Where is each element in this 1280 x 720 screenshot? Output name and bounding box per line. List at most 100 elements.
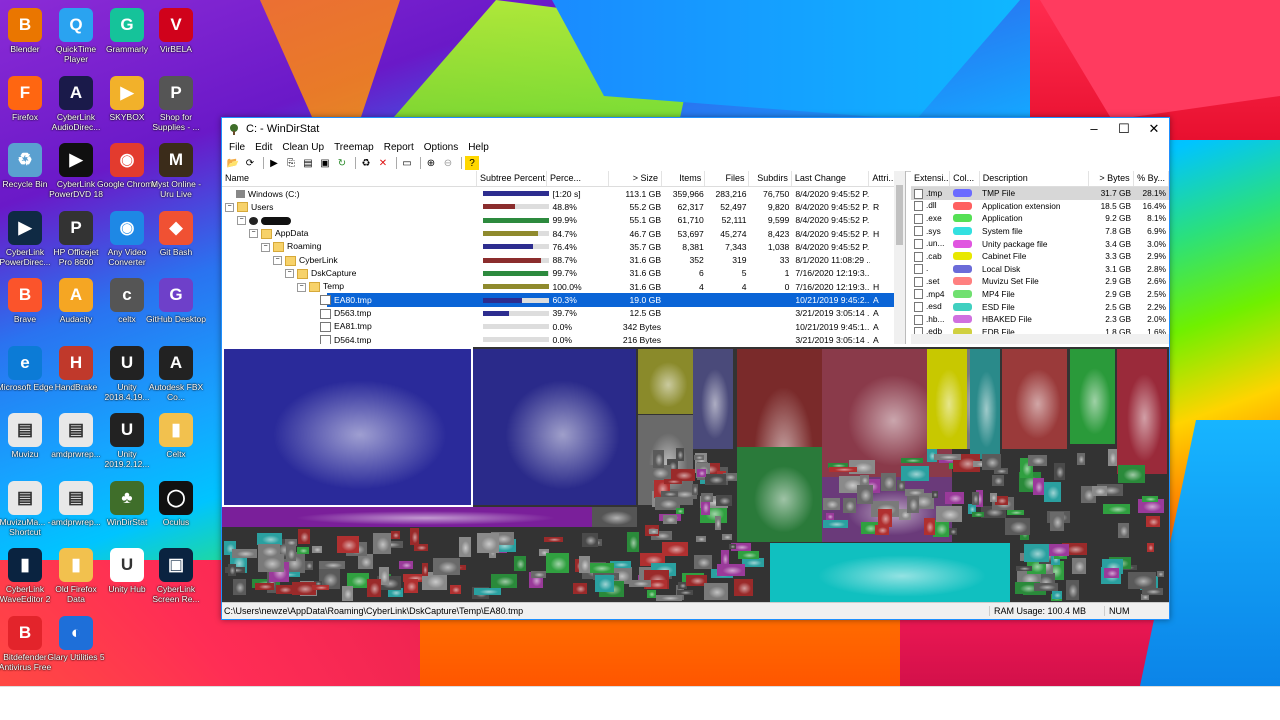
minimize-button[interactable]: – bbox=[1079, 118, 1109, 139]
treemap-block[interactable] bbox=[972, 492, 979, 505]
treemap-block[interactable] bbox=[276, 585, 293, 594]
menu-file[interactable]: File bbox=[224, 142, 250, 153]
rescan-icon[interactable]: ⟳ bbox=[243, 156, 257, 170]
menu-options[interactable]: Options bbox=[419, 142, 463, 153]
tree-row[interactable]: − AppData 84.7% 46.7 GB 53,697 45,274 8,423 8/4… bbox=[222, 227, 905, 240]
treemap-block[interactable] bbox=[474, 588, 501, 595]
treemap-block[interactable] bbox=[693, 349, 733, 449]
treemap-block[interactable] bbox=[878, 509, 892, 527]
help-icon[interactable]: ? bbox=[465, 156, 479, 170]
col-last-change[interactable]: Last Change bbox=[792, 171, 870, 186]
open-icon[interactable]: 📂 bbox=[226, 156, 240, 170]
windirstat-window[interactable]: C: - WinDirStat – ☐ ✕ File Edit Clean Up… bbox=[221, 117, 1170, 620]
treemap-block[interactable] bbox=[638, 349, 693, 414]
treemap-block[interactable] bbox=[936, 506, 962, 522]
extension-row[interactable]: .un... Unity package file 3.4 GB 3.0% bbox=[911, 237, 1169, 250]
treemap-block[interactable] bbox=[399, 561, 413, 569]
treemap-block[interactable] bbox=[663, 515, 677, 524]
treemap-block[interactable] bbox=[843, 498, 856, 513]
treemap[interactable] bbox=[222, 347, 1169, 602]
treemap-block[interactable] bbox=[233, 579, 246, 595]
treemap-block[interactable] bbox=[573, 583, 587, 594]
treemap-block[interactable] bbox=[901, 466, 929, 481]
treemap-block[interactable] bbox=[1157, 571, 1164, 577]
treemap-block[interactable] bbox=[1072, 558, 1086, 574]
treemap-block[interactable] bbox=[1104, 568, 1119, 578]
desktop-icon[interactable]: ◯ Oculus bbox=[146, 480, 206, 527]
treemap-block[interactable] bbox=[312, 546, 322, 553]
treemap-block[interactable] bbox=[1034, 583, 1058, 591]
tree-row[interactable]: − Temp 100.0% 31.6 GB 4 4 0 7/16/2020 12:19:3..… bbox=[222, 280, 905, 293]
treemap-block[interactable] bbox=[298, 529, 310, 544]
treemap-block[interactable] bbox=[255, 583, 274, 590]
tree-row[interactable]: − 99.9% 55.1 GB 61,710 52,111 9,599 8/4/2020 9… bbox=[222, 214, 905, 227]
treemap-block[interactable] bbox=[1118, 465, 1145, 483]
treemap-block[interactable] bbox=[391, 531, 400, 539]
treemap-block[interactable] bbox=[933, 520, 949, 537]
col-description[interactable]: Description bbox=[980, 171, 1089, 186]
treemap-block[interactable] bbox=[514, 556, 526, 571]
extension-row[interactable]: . Local Disk 3.1 GB 2.8% bbox=[911, 263, 1169, 276]
treemap-block[interactable] bbox=[286, 546, 296, 561]
treemap-block[interactable] bbox=[934, 454, 961, 460]
desktop-icon[interactable]: ▣ CyberLink Screen Re... bbox=[146, 548, 206, 604]
menu-edit[interactable]: Edit bbox=[250, 142, 277, 153]
menu-cleanup[interactable]: Clean Up bbox=[277, 142, 329, 153]
treemap-block[interactable] bbox=[1033, 478, 1044, 495]
treemap-block[interactable] bbox=[653, 450, 664, 468]
treemap-block[interactable] bbox=[629, 580, 651, 587]
tree-row[interactable]: D563.tmp 39.7% 12.5 GB 3/21/2019 3:05:14 ..… bbox=[222, 307, 905, 320]
tree-row[interactable]: − Users 48.8% 55.2 GB 62,317 52,497 9,820 8/4/2… bbox=[222, 200, 905, 213]
delete-icon[interactable]: ✕ bbox=[376, 156, 390, 170]
treemap-block[interactable] bbox=[627, 532, 639, 552]
treemap-block[interactable] bbox=[491, 574, 517, 588]
desktop-icon[interactable]: ◐ Glary Utilities 5 bbox=[46, 615, 106, 662]
collapse-toggle[interactable]: − bbox=[225, 202, 234, 212]
treemap-block[interactable] bbox=[1050, 512, 1064, 531]
treemap-block[interactable] bbox=[1092, 486, 1107, 496]
col-name[interactable]: Name bbox=[222, 171, 477, 186]
treemap-block[interactable] bbox=[701, 493, 713, 502]
treemap-block[interactable] bbox=[990, 493, 997, 502]
extension-row[interactable]: .hb... HBAKED File 2.3 GB 2.0% bbox=[911, 313, 1169, 326]
treemap-block[interactable] bbox=[319, 561, 345, 569]
treemap-block[interactable] bbox=[1142, 588, 1163, 595]
tree-scrollbar[interactable] bbox=[894, 171, 905, 344]
extension-row[interactable]: .exe Application 9.2 GB 8.1% bbox=[911, 212, 1169, 225]
directory-tree[interactable]: Name Subtree Percent... Perce... > Size … bbox=[222, 171, 906, 344]
treemap-selected-ea80[interactable] bbox=[222, 347, 473, 507]
col-color[interactable]: Col... bbox=[950, 171, 980, 186]
treemap-block[interactable] bbox=[450, 585, 461, 594]
treemap-block[interactable] bbox=[972, 512, 984, 517]
treemap-block[interactable] bbox=[1147, 543, 1154, 552]
col-files[interactable]: Files bbox=[705, 171, 749, 186]
treemap-block[interactable] bbox=[897, 480, 905, 491]
treemap-block[interactable] bbox=[228, 564, 236, 576]
extension-row[interactable]: .esd ESD File 2.5 GB 2.2% bbox=[911, 300, 1169, 313]
collapse-toggle[interactable]: − bbox=[285, 269, 294, 279]
treemap-block[interactable] bbox=[587, 563, 614, 573]
treemap-block[interactable] bbox=[992, 475, 1004, 486]
treemap-block[interactable] bbox=[1146, 516, 1160, 527]
treemap-block[interactable] bbox=[677, 590, 693, 595]
treemap-block[interactable] bbox=[1044, 482, 1061, 502]
treemap-block[interactable] bbox=[595, 575, 614, 592]
treemap-block[interactable] bbox=[1128, 572, 1156, 589]
treemap-block[interactable] bbox=[414, 544, 428, 551]
treemap-block[interactable] bbox=[696, 536, 706, 542]
col-bytes[interactable]: > Bytes bbox=[1089, 171, 1134, 186]
treemap-block[interactable] bbox=[860, 475, 869, 485]
treemap-block[interactable] bbox=[337, 536, 359, 553]
treemap-block[interactable] bbox=[694, 555, 712, 569]
treemap-block[interactable] bbox=[582, 533, 598, 547]
treemap-block[interactable] bbox=[907, 495, 919, 513]
col-subdirs[interactable]: Subdirs bbox=[749, 171, 792, 186]
treemap-block[interactable] bbox=[704, 583, 728, 600]
treemap-block[interactable] bbox=[924, 518, 935, 535]
tree-row[interactable]: − CyberLink 88.7% 31.6 GB 352 319 33 8/1/2020 1… bbox=[222, 253, 905, 266]
recycle-icon[interactable]: ♻ bbox=[359, 156, 373, 170]
treemap-block[interactable] bbox=[742, 558, 764, 567]
treemap-block[interactable] bbox=[1002, 349, 1067, 449]
treemap-block[interactable] bbox=[222, 507, 592, 527]
treemap-block[interactable] bbox=[1117, 349, 1167, 474]
